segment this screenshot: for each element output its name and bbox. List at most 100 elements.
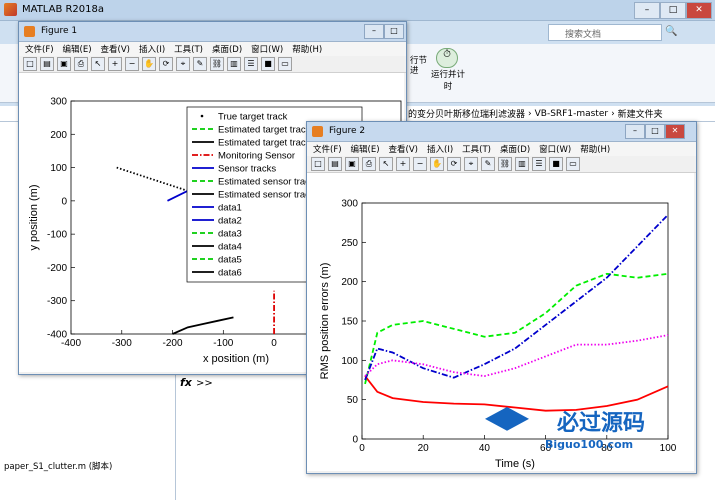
menu-help[interactable]: 帮助(H) [580,143,610,155]
menu-file[interactable]: 文件(F) [313,143,342,155]
search-icon[interactable]: 🔍 [665,26,677,37]
command-prompt: >> [196,378,213,389]
figure1-maximize-button[interactable]: □ [384,24,404,39]
hide-tools-icon[interactable]: ■ [549,157,563,171]
open-icon[interactable]: ▤ [40,57,54,71]
x-tick-label: 20 [418,443,430,454]
menu-view[interactable]: 查看(V) [101,43,130,55]
zoom-out-icon[interactable]: − [413,157,427,171]
figure1-minimize-button[interactable]: – [364,24,384,39]
y-tick-label: 200 [50,130,67,141]
zoom-out-icon[interactable]: − [125,57,139,71]
menu-file[interactable]: 文件(F) [25,43,54,55]
y-tick-label: -400 [47,330,67,341]
zoom-in-icon[interactable]: + [396,157,410,171]
menu-view[interactable]: 查看(V) [389,143,418,155]
show-tools-icon[interactable]: ▭ [566,157,580,171]
x-tick-label: -300 [112,338,132,349]
y-tick-label: -200 [47,263,67,274]
menu-tools[interactable]: 工具(T) [174,43,203,55]
link-icon[interactable]: ⛓ [498,157,512,171]
menu-window[interactable]: 窗口(W) [539,143,571,155]
path-segment[interactable]: VB-SRF1-master [535,109,608,119]
x-tick-label: 0 [359,443,365,454]
menu-desktop[interactable]: 桌面(D) [212,43,242,55]
run-and-time-icon[interactable]: ⏱ [436,48,458,68]
minimize-button[interactable]: – [634,2,660,19]
legend-label: Estimated sensor track [218,190,315,201]
print-icon[interactable]: ⎙ [362,157,376,171]
figure2-minimize-button[interactable]: – [625,124,645,139]
path-segment[interactable]: 新建文件夹 [618,107,663,120]
y-axis-label: RMS position errors (m) [319,263,331,380]
brush-icon[interactable]: ✎ [481,157,495,171]
search-docs-input[interactable]: 搜索文档 [548,24,662,41]
figure1-titlebar[interactable]: Figure 1 – □ [19,22,406,42]
pointer-icon[interactable]: ↖ [91,57,105,71]
link-icon[interactable]: ⛓ [210,57,224,71]
maximize-button[interactable]: □ [660,2,686,19]
legend-icon[interactable]: ☰ [244,57,258,71]
y-tick-label: -100 [47,230,67,241]
figure1-title: Figure 1 [41,26,78,36]
y-tick-label: 250 [341,238,358,249]
pan-icon[interactable]: ✋ [430,157,444,171]
legend-label: data4 [218,242,242,253]
save-icon[interactable]: ▣ [57,57,71,71]
menu-window[interactable]: 窗口(W) [251,43,283,55]
legend-icon[interactable]: ☰ [532,157,546,171]
print-icon[interactable]: ⎙ [74,57,88,71]
menu-tools[interactable]: 工具(T) [462,143,491,155]
legend-label: Monitoring Sensor [218,151,295,162]
close-button[interactable]: ✕ [686,2,712,19]
pan-icon[interactable]: ✋ [142,57,156,71]
pointer-icon[interactable]: ↖ [379,157,393,171]
y-tick-label: 300 [341,199,358,210]
show-tools-icon[interactable]: ▭ [278,57,292,71]
menu-insert[interactable]: 插入(I) [427,143,453,155]
data-cursor-icon[interactable]: ⌖ [464,157,478,171]
menu-desktop[interactable]: 桌面(D) [500,143,530,155]
y-tick-label: -300 [47,296,67,307]
legend-label: data6 [218,268,242,279]
search-placeholder: 搜索文档 [565,30,602,40]
hide-tools-icon[interactable]: ■ [261,57,275,71]
toolstrip-progress-label: 进 [410,66,419,76]
menu-help[interactable]: 帮助(H) [292,43,322,55]
menu-insert[interactable]: 插入(I) [139,43,165,55]
legend-label: data5 [218,255,242,266]
y-tick-label: 0 [352,435,358,446]
y-tick-label: 100 [50,163,67,174]
watermark-logo: 必过源码 Biguo100.com [485,405,695,460]
matlab-logo-icon [4,3,17,16]
rotate-icon[interactable]: ⟳ [447,157,461,171]
colorbar-icon[interactable]: ▥ [515,157,529,171]
figure-icon [312,126,323,137]
save-icon[interactable]: ▣ [345,157,359,171]
brush-icon[interactable]: ✎ [193,57,207,71]
legend-label: data3 [218,229,242,240]
zoom-in-icon[interactable]: + [108,57,122,71]
figure2-titlebar[interactable]: Figure 2 – □ ✕ [307,122,696,142]
path-segment[interactable]: 的变分贝叶斯移位瑞利滤波器 [408,107,525,120]
figure2-menubar: 文件(F) 编辑(E) 查看(V) 插入(I) 工具(T) 桌面(D) 窗口(W… [307,142,696,156]
y-tick-label: 50 [347,395,359,406]
run-and-time-label[interactable]: 运行并计时 [428,68,468,92]
matlab-titlebar: MATLAB R2018a – □ ✕ [0,0,715,21]
y-tick-label: 300 [50,97,67,108]
x-tick-label: -200 [163,338,183,349]
menu-edit[interactable]: 编辑(E) [63,43,92,55]
new-figure-icon[interactable]: □ [23,57,37,71]
figure2-close-button[interactable]: ✕ [665,124,685,139]
legend-label: True target track [218,112,288,123]
data-cursor-icon[interactable]: ⌖ [176,57,190,71]
figure2-title: Figure 2 [329,126,366,136]
legend-label: data1 [218,203,242,214]
open-icon[interactable]: ▤ [328,157,342,171]
colorbar-icon[interactable]: ▥ [227,57,241,71]
figure-icon [24,26,35,37]
new-figure-icon[interactable]: □ [311,157,325,171]
menu-edit[interactable]: 编辑(E) [351,143,380,155]
figure2-maximize-button[interactable]: □ [645,124,665,139]
rotate-icon[interactable]: ⟳ [159,57,173,71]
